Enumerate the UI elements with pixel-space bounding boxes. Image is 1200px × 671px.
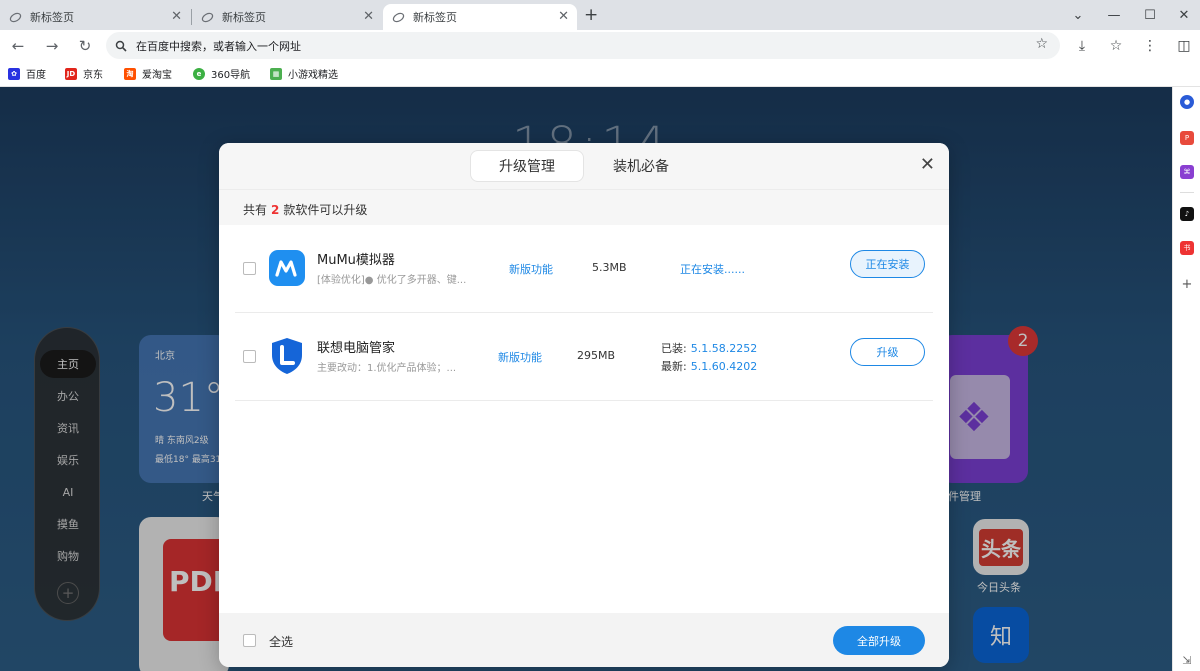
- bookmark-baidu[interactable]: ✿ 百度: [8, 66, 46, 81]
- browser-tab-2[interactable]: 新标签页 ✕: [192, 4, 382, 30]
- douyin-icon[interactable]: ♪: [1180, 207, 1194, 221]
- browser-toolbar: ← → ↻ 在百度中搜索，或者输入一个网址 ☆ ⤓ ☆ ⋮ ◫: [0, 30, 1200, 61]
- mumu-icon: [269, 250, 305, 286]
- installed-label: 已装:: [661, 342, 687, 355]
- bookmark-jd[interactable]: JD 京东: [65, 66, 103, 81]
- summary-suffix: 款软件可以升级: [283, 203, 368, 217]
- tab-favicon-icon: [200, 10, 214, 24]
- tab-upgrade-management[interactable]: 升级管理: [470, 150, 584, 182]
- forward-icon[interactable]: →: [40, 34, 64, 58]
- installing-button[interactable]: 正在安装: [850, 250, 925, 278]
- apps-icon[interactable]: ⌘: [1180, 165, 1194, 179]
- search-icon: [114, 39, 128, 53]
- sidebar-settings-icon[interactable]: ⇲: [1180, 653, 1194, 667]
- list-item: 联想电脑管家 主要改动：1.优化产品体验；... 新版功能 295MB 已装: 5…: [235, 313, 933, 401]
- app-size: 5.3MB: [592, 261, 627, 274]
- app-size: 295MB: [577, 349, 616, 362]
- select-all-checkbox[interactable]: [243, 634, 256, 647]
- tab-favicon-icon: [391, 10, 405, 24]
- new-features-link[interactable]: 新版功能: [498, 349, 542, 365]
- menu-icon[interactable]: ⋮: [1138, 34, 1162, 58]
- aitaobao-icon: 淘: [124, 67, 136, 80]
- new-features-link[interactable]: 新版功能: [509, 261, 553, 277]
- tab-strip: 新标签页 ✕ 新标签页 ✕ 新标签页 ✕ + ⌄ — ☐ ✕: [0, 0, 1200, 30]
- close-icon[interactable]: ✕: [171, 9, 182, 24]
- summary-prefix: 共有: [243, 203, 268, 217]
- upgrade-button[interactable]: 升级: [850, 338, 925, 366]
- download-icon[interactable]: ⤓: [1070, 34, 1094, 58]
- installed-version: 已装: 5.1.58.2252: [661, 340, 757, 356]
- tab-title: 新标签页: [413, 11, 457, 24]
- pdf-tool-icon[interactable]: P: [1180, 131, 1194, 145]
- dialog-footer: 全选 全部升级: [219, 613, 949, 667]
- bookmark-360[interactable]: e 360导航: [193, 66, 250, 81]
- tab-favicon-icon: [8, 10, 22, 24]
- assistant-icon[interactable]: ●: [1180, 95, 1194, 109]
- app-desc: 主要改动：1.优化产品体验；...: [317, 363, 457, 374]
- sidebar-divider: [1180, 192, 1194, 193]
- xiaohongshu-icon[interactable]: 书: [1180, 241, 1194, 255]
- app-name: 联想电脑管家: [317, 341, 396, 356]
- window-close-icon[interactable]: ✕: [1166, 0, 1200, 30]
- bookmark-label: 爱淘宝: [142, 70, 172, 81]
- item-checkbox[interactable]: [243, 262, 256, 275]
- address-bar[interactable]: 在百度中搜索，或者输入一个网址 ☆: [106, 32, 1060, 59]
- app-desc: [体验优化]● 优化了多开器、键...: [317, 275, 467, 286]
- latest-version-value: 5.1.60.4202: [690, 360, 758, 373]
- add-sidebar-app-icon[interactable]: +: [1180, 277, 1194, 292]
- app-name: MuMu模拟器: [317, 253, 395, 268]
- close-icon[interactable]: ✕: [558, 9, 569, 24]
- close-icon[interactable]: ✕: [920, 154, 935, 175]
- bookmarks-bar: ✿ 百度 JD 京东 淘 爱淘宝 e 360导航 ▦ 小游戏精选: [0, 61, 1200, 87]
- install-status: 正在安装......: [680, 263, 745, 276]
- tab-search-icon[interactable]: ⌄: [1060, 0, 1096, 30]
- maximize-icon[interactable]: ☐: [1132, 0, 1168, 30]
- list-item: MuMu模拟器 [体验优化]● 优化了多开器、键... 新版功能 5.3MB 正…: [235, 225, 933, 313]
- select-all-label[interactable]: 全选: [269, 633, 293, 650]
- game-icon: ▦: [270, 67, 282, 80]
- tab-title: 新标签页: [222, 11, 266, 24]
- bookmark-star-icon[interactable]: ☆: [1035, 36, 1048, 52]
- bookmark-label: 京东: [83, 70, 103, 81]
- upgrade-dialog: 升级管理 装机必备 ✕ 共有 2 款软件可以升级 MuMu模拟器 [体验优化]● 优…: [219, 143, 949, 667]
- dialog-header: 升级管理 装机必备 ✕: [219, 143, 949, 189]
- close-icon[interactable]: ✕: [363, 9, 374, 24]
- latest-label: 最新:: [661, 360, 687, 373]
- latest-version: 最新: 5.1.60.4202: [661, 358, 757, 374]
- 360-icon: e: [193, 67, 205, 80]
- minimize-icon[interactable]: —: [1096, 0, 1132, 30]
- browser-tab-3[interactable]: 新标签页 ✕: [383, 4, 577, 30]
- baidu-icon: ✿: [8, 67, 20, 80]
- bookmark-games[interactable]: ▦ 小游戏精选: [270, 66, 338, 81]
- summary-bar: 共有 2 款软件可以升级: [219, 189, 949, 225]
- bookmark-label: 360导航: [211, 70, 251, 81]
- bookmark-aitaobao[interactable]: 淘 爱淘宝: [124, 66, 172, 81]
- upgrade-count: 2: [271, 203, 280, 217]
- back-icon[interactable]: ←: [6, 34, 30, 58]
- upgrade-all-button[interactable]: 全部升级: [833, 626, 925, 655]
- address-placeholder: 在百度中搜索，或者输入一个网址: [136, 39, 301, 53]
- reload-icon[interactable]: ↻: [73, 34, 97, 58]
- browser-tab-1[interactable]: 新标签页 ✕: [0, 4, 190, 30]
- new-tab-icon[interactable]: +: [584, 5, 598, 25]
- tab-essentials[interactable]: 装机必备: [584, 150, 698, 182]
- bookmark-label: 百度: [26, 70, 46, 81]
- item-checkbox[interactable]: [243, 350, 256, 363]
- sidebar-toggle-icon[interactable]: ◫: [1172, 34, 1196, 58]
- favorites-icon[interactable]: ☆: [1104, 34, 1128, 58]
- bookmark-label: 小游戏精选: [288, 70, 338, 81]
- lenovo-manager-icon: [269, 338, 305, 374]
- tab-title: 新标签页: [30, 11, 74, 24]
- installed-version-value: 5.1.58.2252: [690, 342, 758, 355]
- right-sidebar: ● P ⌘ ♪ 书 + ⇲: [1172, 87, 1200, 671]
- upgrade-summary: 共有 2 款软件可以升级: [243, 201, 367, 218]
- jd-icon: JD: [65, 67, 77, 80]
